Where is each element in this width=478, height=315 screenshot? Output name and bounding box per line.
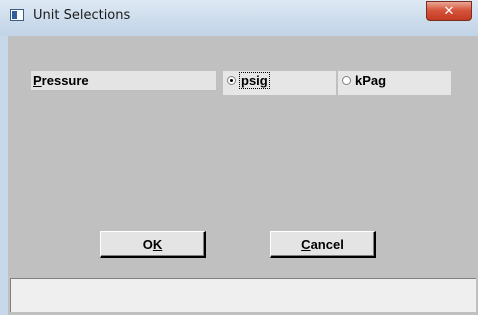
close-button[interactable]: ✕ [426,1,472,21]
radio-button-icon[interactable] [342,76,351,85]
radio-psig-label[interactable]: psig [239,72,270,89]
ok-prefix: O [142,236,153,252]
cancel-rest: ancel [310,236,344,252]
ok-button[interactable]: OK [100,231,206,258]
window-title: Unit Selections [33,8,131,23]
pressure-mnemonic: P [33,73,42,88]
cancel-mnemonic: C [301,236,311,252]
cancel-button[interactable]: Cancel [270,231,376,258]
close-icon: ✕ [443,3,455,19]
pressure-label: Pressure [31,71,216,90]
app-window-icon[interactable] [10,9,24,21]
title-bar[interactable]: Unit Selections ✕ [0,0,478,36]
radio-psig[interactable]: psig [223,71,336,95]
pressure-label-text: ressure [41,73,89,88]
dialog-client-area: Pressure psig kPag OK Cancel [8,36,478,315]
ok-mnemonic: K [152,236,163,252]
radio-button-icon[interactable] [227,76,236,85]
radio-kpag[interactable]: kPag [338,71,451,95]
unit-selections-window: Unit Selections ✕ Pressure psig kPag OK … [0,0,478,315]
status-bar [10,278,476,312]
radio-kpag-label[interactable]: kPag [355,73,386,88]
